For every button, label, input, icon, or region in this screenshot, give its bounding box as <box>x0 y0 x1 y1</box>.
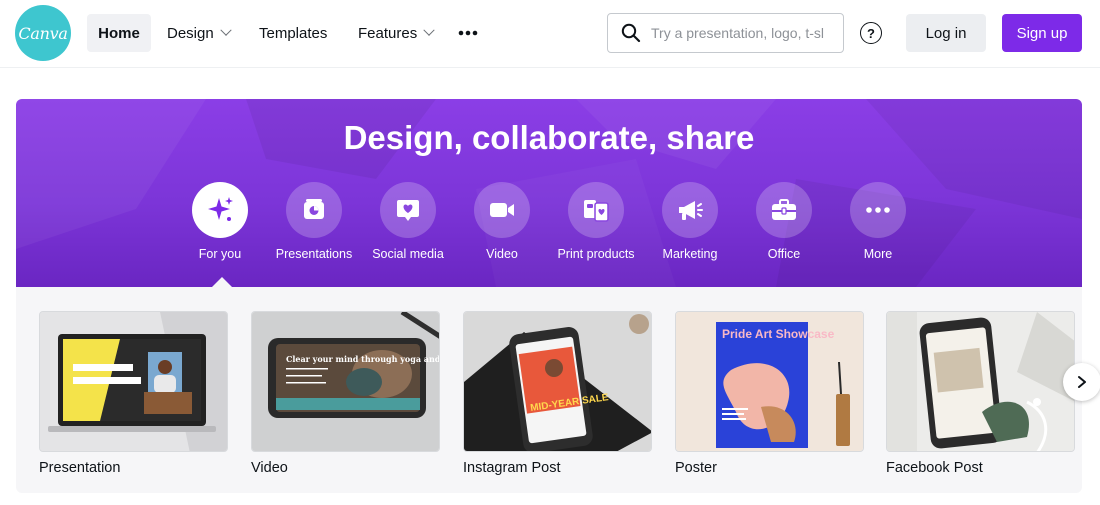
template-label: Instagram Post <box>463 460 561 476</box>
category-label: Social media <box>372 247 444 261</box>
category-icon-circle <box>380 182 436 238</box>
nav-home-label: Home <box>98 24 140 42</box>
template-label: Poster <box>675 460 717 476</box>
active-category-indicator <box>212 277 232 287</box>
nav-design-label: Design <box>167 24 214 42</box>
facebook-thumbnail-art <box>887 312 1074 451</box>
nav-templates-label: Templates <box>259 24 328 42</box>
more-horizontal-icon <box>458 30 478 36</box>
heart-chat-icon <box>397 200 419 221</box>
category-for-you[interactable]: For you <box>170 182 270 261</box>
search-box[interactable] <box>607 13 844 53</box>
template-label: Presentation <box>39 460 121 476</box>
category-label: Office <box>767 247 801 261</box>
poster-thumbnail-text: Pride Art Showcase <box>722 327 835 341</box>
chevron-down-icon <box>220 24 232 36</box>
template-card-poster[interactable]: Pride Art Showcase Poster <box>675 311 864 476</box>
template-thumbnail: MID-YEAR SALE <box>463 311 652 452</box>
signup-button[interactable]: Sign up <box>1002 14 1082 52</box>
signup-button-label: Sign up <box>1016 24 1068 42</box>
category-label: Video <box>486 247 518 261</box>
template-card-video[interactable]: Clear your mind through yoga and meditat… <box>251 311 440 476</box>
nav-features-label: Features <box>358 24 418 42</box>
video-camera-icon <box>490 203 514 217</box>
chevron-right-icon <box>1078 376 1086 388</box>
megaphone-icon <box>679 201 703 220</box>
category-icon-circle <box>474 182 530 238</box>
logo-text: Canva <box>18 23 68 43</box>
search-icon <box>621 23 641 43</box>
login-button[interactable]: Log in <box>906 14 986 52</box>
help-circle-icon[interactable]: ? <box>860 22 882 44</box>
template-thumbnail <box>39 311 228 452</box>
hero-title: Design, collaborate, share <box>343 119 755 156</box>
chevron-down-icon <box>423 24 435 36</box>
top-navigation-bar: Canva Home Design Templates Features ? L… <box>0 0 1100 68</box>
category-label: Print products <box>557 247 635 261</box>
canva-logo[interactable]: Canva <box>15 5 71 61</box>
print-products-icon <box>584 200 609 222</box>
template-card-instagram-post[interactable]: MID-YEAR SALE Instagram Post <box>463 311 652 476</box>
template-thumbnail: Pride Art Showcase <box>675 311 864 452</box>
sparkle-icon <box>208 197 233 221</box>
video-thumbnail-text: Clear your mind through yoga and meditat… <box>286 354 440 364</box>
category-office[interactable]: Office <box>734 182 834 261</box>
category-icon-circle <box>756 182 812 238</box>
category-more[interactable]: More <box>828 182 928 261</box>
category-label: For you <box>198 247 242 261</box>
category-icon-circle <box>568 182 624 238</box>
category-icon-circle <box>850 182 906 238</box>
template-card-facebook-post[interactable]: Facebook Post <box>886 311 1075 476</box>
category-icon-circle <box>286 182 342 238</box>
instagram-thumbnail-art: MID-YEAR SALE <box>464 312 651 451</box>
category-label: Marketing <box>662 247 718 261</box>
carousel-next-button[interactable] <box>1063 363 1100 401</box>
category-label: More <box>863 247 893 261</box>
category-label: Presentations <box>275 247 353 261</box>
login-button-label: Log in <box>925 24 967 42</box>
template-card-presentation[interactable]: Presentation <box>39 311 228 476</box>
template-label: Video <box>251 460 288 476</box>
template-thumbnail <box>886 311 1075 452</box>
template-thumbnail: Clear your mind through yoga and meditat… <box>251 311 440 452</box>
poster-thumbnail-art: Pride Art Showcase <box>676 312 863 451</box>
category-social-media[interactable]: Social media <box>358 182 458 261</box>
category-print-products[interactable]: Print products <box>546 182 646 261</box>
nav-more-button[interactable] <box>446 14 490 52</box>
video-thumbnail-art: Clear your mind through yoga and meditat… <box>252 312 440 451</box>
presentation-chart-icon <box>304 199 324 219</box>
nav-design-dropdown[interactable]: Design <box>155 14 242 52</box>
presentation-thumbnail-art <box>40 312 227 451</box>
briefcase-icon <box>772 199 796 220</box>
category-icon-circle <box>192 182 248 238</box>
category-presentations[interactable]: Presentations <box>264 182 364 261</box>
nav-home[interactable]: Home <box>87 14 151 52</box>
template-label: Facebook Post <box>886 460 983 476</box>
category-marketing[interactable]: Marketing <box>640 182 740 261</box>
nav-templates[interactable]: Templates <box>247 14 339 52</box>
search-input[interactable] <box>651 25 831 41</box>
category-video[interactable]: Video <box>452 182 552 261</box>
category-icon-circle <box>662 182 718 238</box>
hero-banner: Design, collaborate, share For you Prese… <box>16 99 1082 287</box>
nav-features-dropdown[interactable]: Features <box>346 14 445 52</box>
more-horizontal-icon <box>866 207 890 213</box>
